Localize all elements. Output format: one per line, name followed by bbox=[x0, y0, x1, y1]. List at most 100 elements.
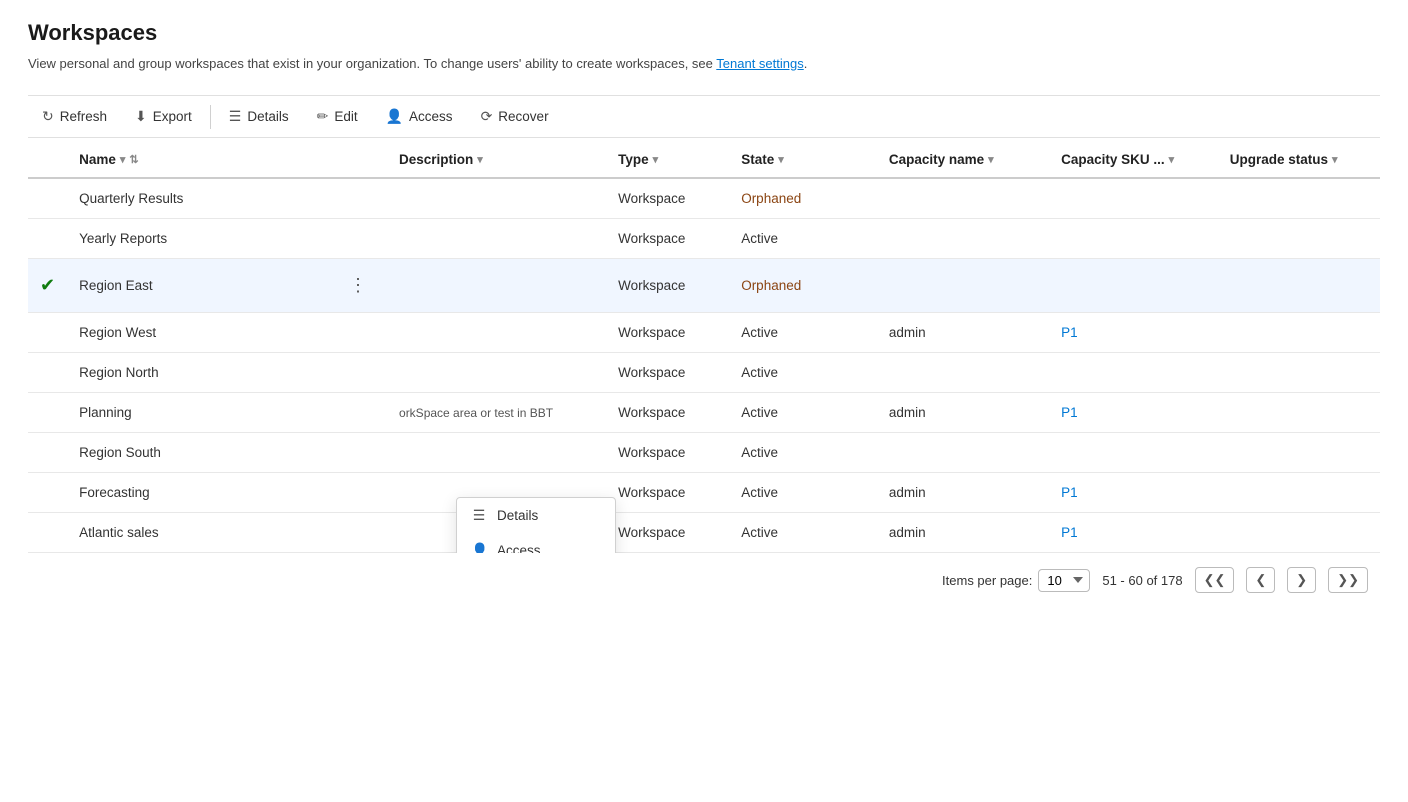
details-button[interactable]: ☰ Details bbox=[215, 102, 303, 131]
row-check-cell[interactable] bbox=[28, 433, 67, 473]
row-capacity-sku-cell: P1 bbox=[1049, 393, 1218, 433]
row-check-cell[interactable]: ✔ bbox=[28, 259, 67, 313]
name-filter-icon: ⇅ bbox=[129, 153, 138, 166]
row-description-cell bbox=[387, 219, 606, 259]
row-name-cell: Atlantic sales bbox=[67, 513, 387, 552]
pagination: Items per page: 102550100 51 - 60 of 178… bbox=[28, 553, 1380, 607]
prev-page-button[interactable]: ❮ bbox=[1246, 567, 1275, 593]
row-state-cell: Active bbox=[729, 219, 877, 259]
row-state-cell: Active bbox=[729, 353, 877, 393]
type-filter-icon: ▾ bbox=[653, 153, 659, 166]
refresh-button[interactable]: ↻ Refresh bbox=[28, 102, 121, 131]
row-check-cell[interactable] bbox=[28, 473, 67, 513]
th-name[interactable]: Name ▾ ⇅ bbox=[67, 142, 387, 178]
row-type-cell: Workspace bbox=[606, 393, 729, 433]
workspace-name: Forecasting bbox=[79, 485, 375, 500]
row-capacity-name-cell: admin bbox=[877, 513, 1049, 553]
access-icon: 👤 bbox=[471, 542, 487, 553]
next-page-button[interactable]: ❯ bbox=[1287, 567, 1316, 593]
table-row: Region WestWorkspaceActiveadminP1 bbox=[28, 313, 1380, 353]
desc-filter-icon: ▾ bbox=[477, 153, 483, 166]
row-name-cell: Region South bbox=[67, 433, 387, 472]
th-description[interactable]: Description ▾ bbox=[387, 142, 606, 178]
items-per-page-label: Items per page: bbox=[942, 573, 1032, 588]
row-state-cell: Active bbox=[729, 433, 877, 473]
table-row: Planning orkSpace area or test in BBTWork… bbox=[28, 393, 1380, 433]
first-page-button[interactable]: ❮❮ bbox=[1195, 567, 1235, 593]
row-capacity-sku-cell bbox=[1049, 353, 1218, 393]
context-menu-item-details[interactable]: ☰ Details bbox=[457, 498, 615, 533]
row-description-cell bbox=[387, 259, 606, 313]
per-page-select[interactable]: 102550100 bbox=[1038, 569, 1090, 592]
row-more-button[interactable]: ⋮ bbox=[341, 271, 375, 300]
edit-button[interactable]: ✏ Edit bbox=[303, 102, 372, 131]
row-state-cell: Active bbox=[729, 513, 877, 553]
access-button[interactable]: 👤 Access bbox=[372, 102, 467, 131]
context-menu-item-access[interactable]: 👤Access bbox=[457, 533, 615, 553]
toolbar-divider bbox=[210, 105, 211, 129]
row-state-cell: Orphaned bbox=[729, 259, 877, 313]
row-capacity-sku-cell: P1 bbox=[1049, 473, 1218, 513]
cap-name-filter-icon: ▾ bbox=[988, 153, 994, 166]
cap-sku-filter-icon: ▾ bbox=[1169, 153, 1175, 166]
row-capacity-sku-cell bbox=[1049, 178, 1218, 219]
tenant-settings-link[interactable]: Tenant settings bbox=[716, 56, 803, 71]
last-page-button[interactable]: ❯❯ bbox=[1328, 567, 1368, 593]
row-name-cell: Region West bbox=[67, 313, 387, 352]
row-description-cell: orkSpace area or test in BBT bbox=[387, 393, 606, 433]
workspace-name: Quarterly Results bbox=[79, 191, 375, 206]
row-upgrade-status-cell bbox=[1218, 219, 1380, 259]
recover-button[interactable]: ⟳ Recover bbox=[467, 102, 563, 131]
row-upgrade-status-cell bbox=[1218, 433, 1380, 473]
row-type-cell: Workspace bbox=[606, 313, 729, 353]
details-icon: ☰ bbox=[471, 507, 487, 524]
edit-icon: ✏ bbox=[317, 108, 329, 125]
row-upgrade-status-cell bbox=[1218, 353, 1380, 393]
row-capacity-name-cell bbox=[877, 219, 1049, 259]
row-capacity-name-cell bbox=[877, 259, 1049, 313]
th-capacity-name[interactable]: Capacity name ▾ bbox=[877, 142, 1049, 178]
row-upgrade-status-cell bbox=[1218, 513, 1380, 553]
row-description-cell bbox=[387, 313, 606, 353]
table-row: Atlantic salesWorkspaceActiveadminP1 bbox=[28, 513, 1380, 553]
th-capacity-sku[interactable]: Capacity SKU ... ▾ bbox=[1049, 142, 1218, 178]
th-state[interactable]: State ▾ bbox=[729, 142, 877, 178]
workspace-name: Region North bbox=[79, 365, 375, 380]
name-sort-icon: ▾ bbox=[120, 153, 126, 166]
th-checkbox bbox=[28, 142, 67, 178]
export-button[interactable]: ⬇ Export bbox=[121, 102, 206, 131]
context-menu: ☰Details👤Access✏Edit⟳Recover bbox=[456, 497, 616, 553]
row-capacity-name-cell: admin bbox=[877, 313, 1049, 353]
row-check-cell[interactable] bbox=[28, 353, 67, 393]
toolbar: ↻ Refresh ⬇ Export ☰ Details ✏ Edit 👤 Ac… bbox=[28, 95, 1380, 138]
row-capacity-name-cell: admin bbox=[877, 473, 1049, 513]
workspace-name: Region South bbox=[79, 445, 375, 460]
row-check-cell[interactable] bbox=[28, 513, 67, 553]
workspace-name: Region East bbox=[79, 278, 333, 293]
row-type-cell: Workspace bbox=[606, 513, 729, 553]
items-per-page-container: Items per page: 102550100 bbox=[942, 569, 1090, 592]
th-upgrade-status[interactable]: Upgrade status ▾ bbox=[1218, 142, 1380, 178]
row-state-cell: Orphaned bbox=[729, 178, 877, 219]
context-menu-label: Details bbox=[497, 508, 538, 523]
row-check-cell[interactable] bbox=[28, 178, 67, 219]
row-upgrade-status-cell bbox=[1218, 313, 1380, 353]
workspace-name: Planning bbox=[79, 405, 375, 420]
row-check-cell[interactable] bbox=[28, 313, 67, 353]
row-description-cell bbox=[387, 178, 606, 219]
export-icon: ⬇ bbox=[135, 108, 147, 125]
row-capacity-sku-cell bbox=[1049, 259, 1218, 313]
row-type-cell: Workspace bbox=[606, 178, 729, 219]
page-range: 51 - 60 of 178 bbox=[1102, 573, 1182, 588]
row-capacity-sku-cell bbox=[1049, 433, 1218, 473]
row-type-cell: Workspace bbox=[606, 433, 729, 473]
row-capacity-name-cell bbox=[877, 178, 1049, 219]
row-check-cell[interactable] bbox=[28, 393, 67, 433]
table-row: ✔Region East⋮WorkspaceOrphaned bbox=[28, 259, 1380, 313]
row-check-cell[interactable] bbox=[28, 219, 67, 259]
row-capacity-sku-cell: P1 bbox=[1049, 313, 1218, 353]
row-capacity-name-cell bbox=[877, 353, 1049, 393]
refresh-icon: ↻ bbox=[42, 108, 54, 125]
access-icon: 👤 bbox=[386, 108, 403, 125]
th-type[interactable]: Type ▾ bbox=[606, 142, 729, 178]
